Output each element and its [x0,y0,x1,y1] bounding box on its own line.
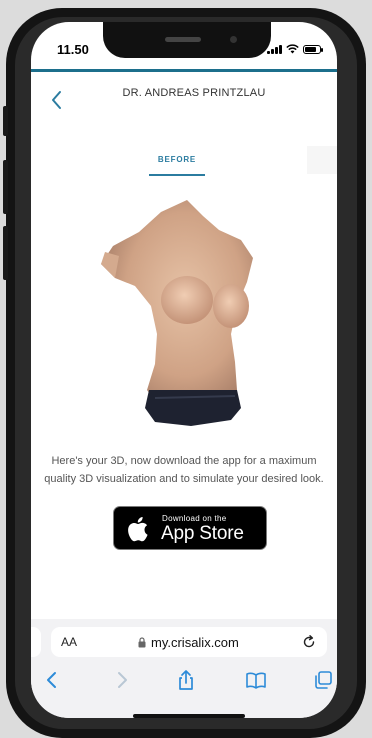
front-camera [230,36,237,43]
app-store-small-text: Download on the [162,514,227,523]
home-indicator[interactable] [133,714,245,718]
address-bar[interactable]: AA my.crisalix.com [51,627,327,657]
app-store-big-text: App Store [161,523,244,544]
tabs-icon[interactable] [312,669,334,691]
lock-icon [138,637,146,648]
reload-icon[interactable] [301,634,317,650]
status-icons [267,44,323,54]
text-size-button[interactable]: AA [61,635,77,649]
wifi-icon [286,44,299,54]
browser-back-icon[interactable] [41,669,63,691]
bookmarks-icon[interactable] [245,669,267,691]
volume-up-button [3,160,8,214]
speaker [165,37,201,42]
browser-forward-icon[interactable] [111,669,133,691]
status-time: 11.50 [57,42,89,57]
apple-logo-icon [128,517,148,542]
back-chevron-icon[interactable] [47,88,67,112]
share-icon[interactable] [175,669,197,691]
tab-before[interactable]: BEFORE [149,155,205,164]
previous-tab-pill[interactable] [31,627,41,657]
tab-placeholder [307,146,337,174]
3d-body-model[interactable] [91,194,271,439]
doctor-name: DR. ANDREAS PRINTZLAU [122,87,266,99]
header-accent-bar [31,69,337,72]
app-store-button[interactable]: Download on the App Store [113,506,267,550]
safari-address-area: AA my.crisalix.com [31,619,337,659]
signal-icon [267,45,282,54]
tab-active-indicator [149,174,205,176]
phone-screen: 11.50 DR. ANDREAS PRINTZLAU BEFORE Here'… [31,22,337,718]
battery-icon [303,45,323,54]
url-text: my.crisalix.com [151,635,239,650]
download-message: Here's your 3D, now download the app for… [44,455,324,485]
safari-toolbar [31,659,337,718]
silent-switch [3,106,8,136]
volume-down-button [3,226,8,280]
notch [103,22,271,58]
url-field[interactable]: my.crisalix.com [138,635,239,650]
